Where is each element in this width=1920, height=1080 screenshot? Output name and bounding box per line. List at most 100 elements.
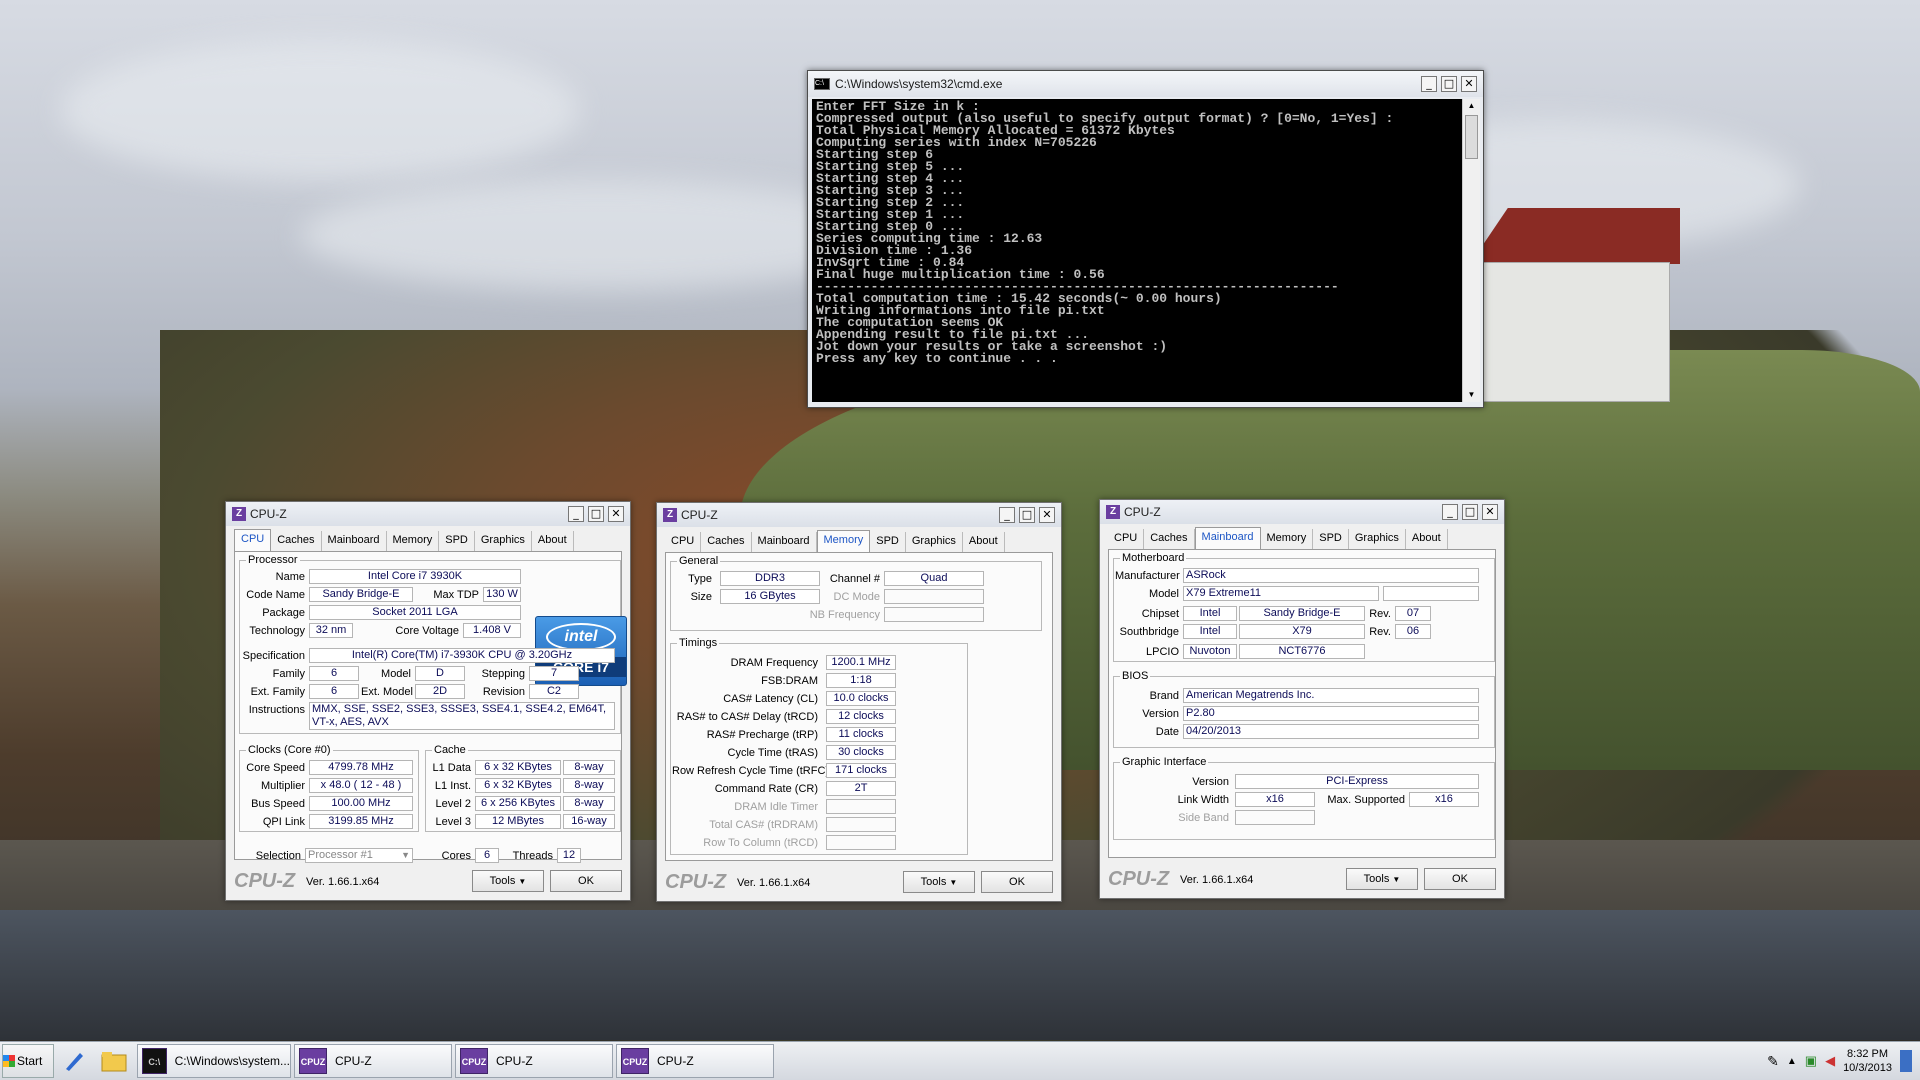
taskbar-item-cpuz-3[interactable]: CPUZ CPU-Z <box>616 1044 774 1078</box>
close-button[interactable]: ✕ <box>1039 507 1055 523</box>
maximize-button[interactable]: □ <box>1462 504 1478 520</box>
bios-brand-value: American Megatrends Inc. <box>1183 688 1479 703</box>
tools-button[interactable]: Tools ▼ <box>1346 868 1418 890</box>
maximize-button[interactable]: □ <box>588 506 604 522</box>
taskbar-item-cmd[interactable]: C:\ C:\Windows\system... <box>137 1044 291 1078</box>
cmd-window[interactable]: C:\ C:\Windows\system32\cmd.exe _ □ ✕ En… <box>807 70 1484 408</box>
scroll-up-arrow-icon[interactable]: ▲ <box>1465 99 1478 113</box>
lpcio-label: LPCIO <box>1145 646 1179 658</box>
close-button[interactable]: ✕ <box>1482 504 1498 520</box>
tab-cpu[interactable]: CPU <box>234 529 272 551</box>
qpi-value: 3199.85 MHz <box>309 814 413 829</box>
scroll-down-arrow-icon[interactable]: ▼ <box>1465 388 1478 402</box>
manufacturer-value: ASRock <box>1183 568 1479 583</box>
tab-graphics[interactable]: Graphics <box>1349 529 1406 549</box>
tab-caches[interactable]: Caches <box>271 531 322 551</box>
tab-graphics[interactable]: Graphics <box>475 531 532 551</box>
tab-spd[interactable]: SPD <box>1313 529 1349 549</box>
extmodel-label: Ext. Model <box>361 686 413 698</box>
cmd-titlebar[interactable]: C:\ C:\Windows\system32\cmd.exe _ □ ✕ <box>808 71 1483 97</box>
console-scrollbar[interactable]: ▲ ▼ <box>1462 99 1480 402</box>
scroll-thumb[interactable] <box>1465 115 1478 159</box>
cpuz-window-memory[interactable]: Z CPU-Z _ □ ✕ CPU Caches Mainboard Memor… <box>656 502 1062 902</box>
cpuz-logo: CPU-Z <box>234 870 296 892</box>
threads-value: 12 <box>557 848 581 863</box>
show-desktop-button[interactable] <box>1900 1050 1912 1072</box>
ok-button[interactable]: OK <box>1424 868 1496 890</box>
minimize-button[interactable]: _ <box>568 506 584 522</box>
taskbar-item-label: CPU-Z <box>496 1054 533 1068</box>
tab-mainboard[interactable]: Mainboard <box>1194 527 1261 549</box>
cpuz-window-cpu[interactable]: Z CPU-Z _ □ ✕ CPU Caches Mainboard Memor… <box>225 501 631 901</box>
bios-date-value: 04/20/2013 <box>1183 724 1479 739</box>
maximize-button[interactable]: □ <box>1019 507 1035 523</box>
quicklaunch-pen-icon[interactable] <box>54 1044 94 1078</box>
close-button[interactable]: ✕ <box>608 506 624 522</box>
show-hidden-icons-chevron-icon[interactable]: ▲ <box>1787 1056 1797 1067</box>
minimize-button[interactable]: _ <box>1421 76 1437 92</box>
cpuz-titlebar[interactable]: Z CPU-Z _ □ ✕ <box>657 503 1061 527</box>
group-title: Timings <box>677 637 720 649</box>
tab-about[interactable]: About <box>532 531 574 551</box>
taskbar-item-cpuz-1[interactable]: CPUZ CPU-Z <box>294 1044 452 1078</box>
group-title: Cache <box>432 744 468 756</box>
tools-button[interactable]: Tools ▼ <box>472 870 544 892</box>
window-title: CPU-Z <box>681 508 718 522</box>
group-title: Graphic Interface <box>1120 756 1209 768</box>
taskbar-item-label: CPU-Z <box>657 1054 694 1068</box>
start-button[interactable]: Start <box>2 1044 54 1078</box>
timing-label: Row Refresh Cycle Time (tRFC) <box>672 765 830 777</box>
cpuz-app-icon: CPUZ <box>299 1048 327 1074</box>
tools-button-label: Tools <box>920 876 947 888</box>
network-icon[interactable]: ▣ <box>1805 1053 1817 1069</box>
tab-spd[interactable]: SPD <box>439 531 475 551</box>
tab-memory[interactable]: Memory <box>1261 529 1314 549</box>
model-value: D <box>415 666 465 681</box>
system-tray: ✎ ▲ ▣ ◀ 8:32 PM 10/3/2013 <box>1767 1042 1920 1080</box>
tab-about[interactable]: About <box>963 532 1005 552</box>
action-center-icon[interactable]: ✎ <box>1767 1053 1779 1070</box>
sideband-value <box>1235 810 1315 825</box>
timing-label: FSB:DRAM <box>761 675 818 687</box>
quicklaunch-explorer-icon[interactable] <box>94 1044 134 1078</box>
ok-button[interactable]: OK <box>550 870 622 892</box>
tab-cpu[interactable]: CPU <box>665 532 702 552</box>
start-label: Start <box>17 1054 43 1068</box>
mainboard-panel: Motherboard Manufacturer ASRock Model X7… <box>1108 550 1496 858</box>
cpuz-window-mainboard[interactable]: Z CPU-Z _ □ ✕ CPU Caches Mainboard Memor… <box>1099 499 1505 899</box>
l3-label: Level 3 <box>435 816 471 828</box>
taskbar-item-cpuz-2[interactable]: CPUZ CPU-Z <box>455 1044 613 1078</box>
tab-memory[interactable]: Memory <box>387 531 440 551</box>
multiplier-label: Multiplier <box>260 780 305 792</box>
maximize-button[interactable]: □ <box>1441 76 1457 92</box>
window-title: CPU-Z <box>1124 505 1161 519</box>
console-output[interactable]: Enter FFT Size in k : Compressed output (… <box>812 99 1462 402</box>
bios-version-label: Version <box>1142 708 1179 720</box>
tab-caches[interactable]: Caches <box>1144 529 1195 549</box>
processor-select[interactable]: Processor #1 ▼ <box>305 848 413 863</box>
tab-cpu[interactable]: CPU <box>1108 529 1145 549</box>
group-title: BIOS <box>1120 670 1151 682</box>
tray-clock[interactable]: 8:32 PM 10/3/2013 <box>1843 1047 1892 1075</box>
tab-graphics[interactable]: Graphics <box>906 532 963 552</box>
lpcio-vendor: Nuvoton <box>1183 644 1237 659</box>
tools-button[interactable]: Tools ▼ <box>903 871 975 893</box>
tab-mainboard[interactable]: Mainboard <box>752 532 817 552</box>
package-value: Socket 2011 LGA <box>309 605 521 620</box>
cpuz-footer: CPU-Z Ver. 1.66.1.x64 Tools ▼ OK <box>657 863 1061 901</box>
tab-caches[interactable]: Caches <box>701 532 752 552</box>
memtype-label: Type <box>688 573 712 585</box>
cpuz-titlebar[interactable]: Z CPU-Z _ □ ✕ <box>1100 500 1504 524</box>
tab-memory[interactable]: Memory <box>816 530 871 552</box>
minimize-button[interactable]: _ <box>1442 504 1458 520</box>
close-button[interactable]: ✕ <box>1461 76 1477 92</box>
busspeed-label: Bus Speed <box>251 798 305 810</box>
ok-button[interactable]: OK <box>981 871 1053 893</box>
cpuz-titlebar[interactable]: Z CPU-Z _ □ ✕ <box>226 502 630 526</box>
tab-spd[interactable]: SPD <box>870 532 906 552</box>
timing-value: 10.0 clocks <box>826 691 896 706</box>
volume-muted-icon[interactable]: ◀ <box>1825 1053 1835 1069</box>
tab-mainboard[interactable]: Mainboard <box>322 531 387 551</box>
tab-about[interactable]: About <box>1406 529 1448 549</box>
minimize-button[interactable]: _ <box>999 507 1015 523</box>
